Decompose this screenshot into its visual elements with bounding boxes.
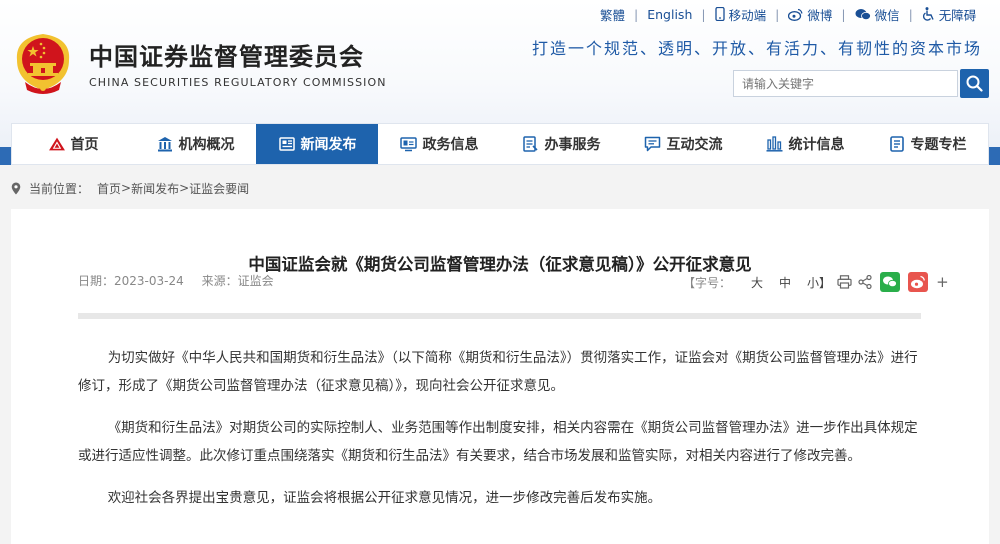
accessibility-link[interactable]: 无障碍 bbox=[922, 5, 977, 24]
search-input[interactable] bbox=[733, 70, 958, 97]
org-name-cn: 中国证券监督管理委员会 bbox=[89, 43, 364, 71]
article-paragraph: 《期货和衍生品法》对期货公司的实际控制人、业务范围等作出制度安排，相关内容需在《… bbox=[78, 420, 918, 464]
weibo-share-icon bbox=[908, 272, 929, 292]
nav-item-topics[interactable]: 专题专栏 bbox=[866, 124, 988, 164]
search-button[interactable] bbox=[960, 69, 989, 98]
org-name-en: CHINA SECURITIES REGULATORY COMMISSION bbox=[89, 76, 387, 89]
breadcrumb-home[interactable]: 首页 bbox=[97, 180, 121, 197]
traditional-chinese-link[interactable]: 繁體 bbox=[600, 5, 625, 24]
font-size-medium[interactable]: 中 bbox=[779, 274, 791, 291]
breadcrumb-news[interactable]: 新闻发布 bbox=[131, 180, 179, 197]
nav-item-gov-info[interactable]: 政务信息 bbox=[378, 124, 500, 164]
mobile-icon bbox=[714, 7, 725, 21]
font-size-label: 【字号： bbox=[683, 275, 732, 290]
print-icon[interactable] bbox=[837, 275, 852, 289]
separator: | bbox=[701, 6, 706, 22]
share-more-button[interactable]: + bbox=[936, 273, 949, 291]
newspaper-icon bbox=[278, 135, 296, 153]
article-card: 中国证监会就《期货公司监督管理办法（征求意见稿）》公开征求意见 日期：2023-… bbox=[11, 209, 989, 544]
nav-item-services[interactable]: 办事服务 bbox=[500, 124, 622, 164]
nav-item-news[interactable]: 新闻发布 bbox=[256, 124, 378, 164]
wechat-share-button[interactable] bbox=[880, 272, 901, 292]
breadcrumb-label: 当前位置： bbox=[29, 181, 90, 196]
nav-label: 政务信息 bbox=[422, 137, 479, 153]
nav-label: 首页 bbox=[70, 137, 99, 153]
article-body: 为切实做好《中华人民共和国期货和衍生品法》（以下简称《期货和衍生品法》）贯彻落实… bbox=[78, 344, 921, 526]
accessibility-label: 无障碍 bbox=[938, 7, 977, 23]
breadcrumb-csrc-news[interactable]: 证监会要闻 bbox=[189, 180, 249, 197]
article-meta: 日期：2023-03-24 来源：证监会 bbox=[78, 272, 288, 289]
wechat-label: 微信 bbox=[874, 7, 900, 23]
mobile-link[interactable]: 移动端 bbox=[714, 5, 767, 24]
font-size-large[interactable]: 大 bbox=[751, 274, 763, 291]
main-nav: 首页 机构概况 新闻发布 政务信息 办事服务 互动交流 统计信息 专题专栏 bbox=[11, 123, 989, 165]
article-date: 日期：2023-03-24 bbox=[78, 274, 184, 288]
separator: | bbox=[634, 6, 639, 22]
form-icon bbox=[522, 135, 540, 153]
article-paragraph: 为切实做好《中华人民共和国期货和衍生品法》（以下简称《期货和衍生品法》）贯彻落实… bbox=[78, 350, 918, 394]
separator: | bbox=[908, 6, 913, 22]
nav-label: 统计信息 bbox=[788, 137, 845, 153]
share-icon[interactable] bbox=[858, 275, 872, 289]
title-divider bbox=[78, 313, 921, 319]
weibo-share-button[interactable] bbox=[908, 272, 929, 292]
doc-icon bbox=[888, 135, 906, 153]
nav-item-statistics[interactable]: 统计信息 bbox=[744, 124, 866, 164]
csrc-logo-icon bbox=[48, 135, 66, 153]
wechat-icon bbox=[855, 8, 871, 20]
slogan: 打造一个规范、透明、开放、有活力、有韧性的资本市场 bbox=[531, 39, 982, 58]
nav-label: 机构概况 bbox=[178, 137, 235, 153]
article-paragraph: 欢迎社会各界提出宝贵意见，证监会将根据公开征求意见情况，进一步修改完善后发布实施… bbox=[107, 490, 662, 506]
top-links: 繁體 | English | 移动端 | 微博 | 微信 | 无障碍 bbox=[600, 5, 976, 23]
building-icon bbox=[156, 135, 174, 153]
font-size-small[interactable]: 小】 bbox=[807, 274, 831, 291]
monitor-icon bbox=[400, 135, 418, 153]
nav-label: 新闻发布 bbox=[300, 137, 357, 153]
weibo-label: 微博 bbox=[807, 7, 833, 23]
wheelchair-icon bbox=[922, 7, 934, 21]
chat-icon bbox=[644, 135, 662, 153]
mobile-label: 移动端 bbox=[728, 7, 767, 23]
nav-item-home[interactable]: 首页 bbox=[12, 124, 134, 164]
nav-label: 专题专栏 bbox=[910, 137, 967, 153]
breadcrumb: 当前位置： 首页 > 新闻发布 > 证监会要闻 bbox=[11, 180, 249, 196]
separator: | bbox=[775, 6, 780, 22]
nav-item-interaction[interactable]: 互动交流 bbox=[622, 124, 744, 164]
nav-label: 互动交流 bbox=[666, 137, 723, 153]
weibo-link[interactable]: 微博 bbox=[788, 5, 832, 24]
nav-item-about[interactable]: 机构概况 bbox=[134, 124, 256, 164]
nav-label: 办事服务 bbox=[544, 137, 601, 153]
article-tools: 【字号： 大 中 小】 + bbox=[683, 271, 949, 293]
wechat-share-icon bbox=[880, 272, 901, 292]
national-emblem-icon bbox=[16, 34, 70, 94]
location-pin-icon bbox=[11, 182, 21, 194]
separator: | bbox=[841, 6, 846, 22]
weibo-icon bbox=[788, 8, 803, 21]
wechat-link[interactable]: 微信 bbox=[855, 5, 900, 24]
english-link[interactable]: English bbox=[647, 7, 692, 22]
bar-chart-icon bbox=[766, 135, 784, 153]
breadcrumb-sep: > bbox=[121, 181, 132, 195]
search-icon bbox=[966, 75, 983, 92]
breadcrumb-sep: > bbox=[179, 181, 190, 195]
article-source: 来源：证监会 bbox=[201, 274, 274, 288]
